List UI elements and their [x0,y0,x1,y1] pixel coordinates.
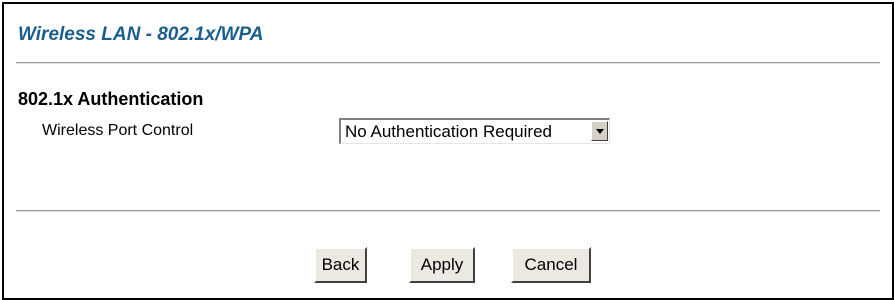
chevron-down-icon[interactable] [591,121,608,141]
wireless-port-control-label: Wireless Port Control [42,122,194,139]
select-value: No Authentication Required [345,122,552,141]
config-panel: Wireless LAN - 802.1x/WPA 802.1x Authent… [2,2,894,300]
cancel-button[interactable]: Cancel [511,247,591,283]
page-title: Wireless LAN - 802.1x/WPA [18,24,264,45]
title-divider [16,62,880,64]
section-heading: 802.1x Authentication [18,89,204,109]
footer-divider [16,210,880,212]
back-button[interactable]: Back [314,247,367,283]
apply-button[interactable]: Apply [409,247,475,283]
wireless-port-control-select[interactable]: No Authentication Required [339,118,610,144]
